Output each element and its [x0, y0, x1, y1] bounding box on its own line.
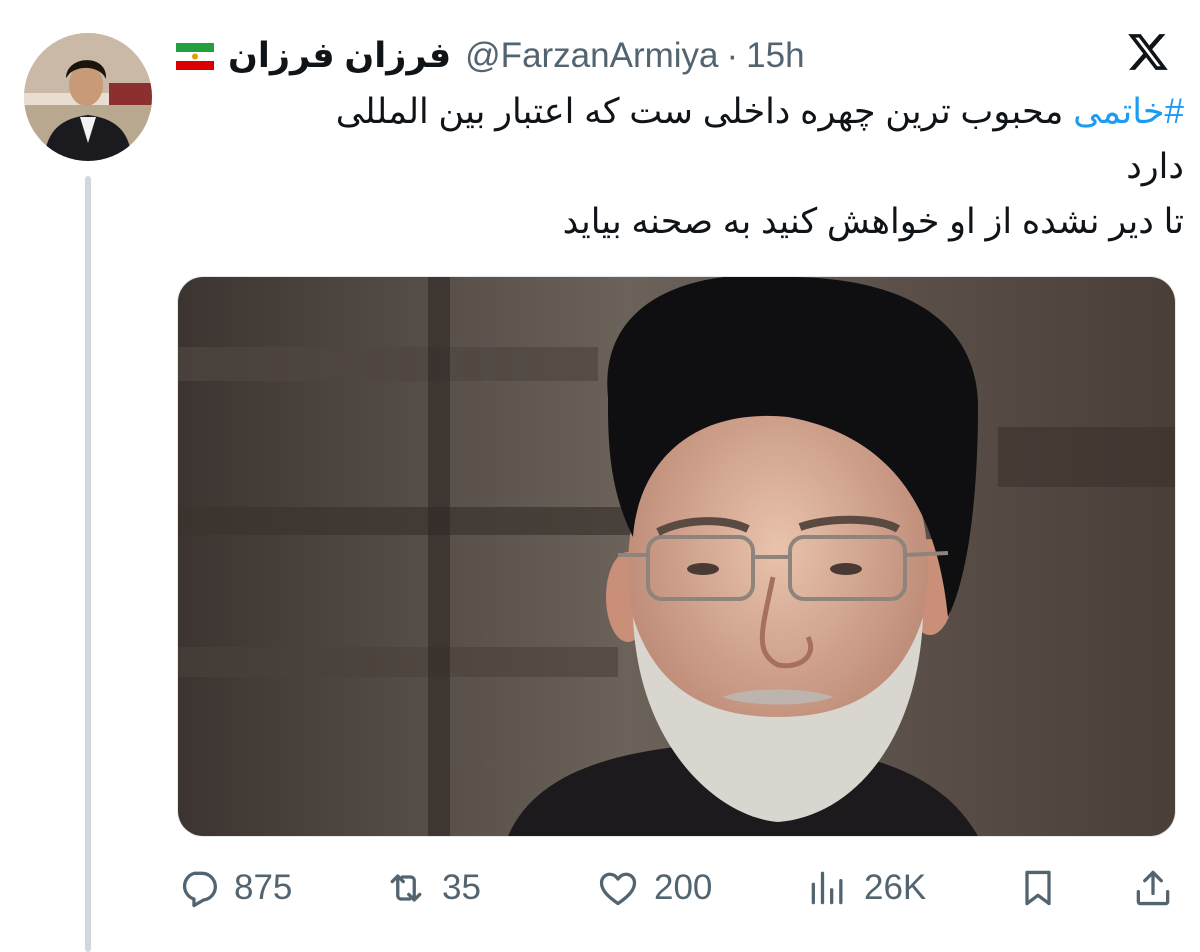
tweet-text-line-1-rest: محبوب ترین چهره داخلی ست که اعتبار بین ا…	[335, 92, 1074, 131]
repost-icon	[390, 874, 422, 902]
bookmark-button[interactable]	[1016, 858, 1060, 918]
tweet-text: #خاتمی محبوب ترین چهره داخلی ست که اعتبا…	[174, 84, 1184, 249]
reply-button[interactable]: 875	[176, 858, 292, 918]
repost-button[interactable]: 35	[384, 858, 481, 918]
x-logo-icon[interactable]	[1126, 30, 1170, 74]
views-count: 26K	[864, 868, 927, 907]
tweet-media-photo[interactable]	[177, 276, 1176, 837]
reply-count: 875	[234, 868, 293, 907]
author-handle[interactable]: @FarzanArmiya	[465, 36, 718, 76]
like-count: 200	[654, 868, 713, 907]
repost-count: 35	[442, 868, 481, 907]
bookmark-icon	[1025, 870, 1051, 906]
tweet-text-line-2: دارد	[1126, 147, 1184, 186]
iran-lion-and-sun-flag-icon	[176, 42, 214, 70]
views-button[interactable]: 26K	[806, 858, 926, 918]
photo-of-cleric	[178, 277, 1175, 836]
avatar[interactable]	[24, 33, 152, 161]
tweet-actions: 875 35 200 26K	[176, 858, 1176, 918]
tweet-text-line-3: تا دیر نشده از او خواهش کنید به صحنه بیا…	[562, 202, 1184, 241]
tweet-header: فرزان فرزان @FarzanArmiya · 15h	[176, 30, 805, 82]
share-button[interactable]	[1131, 858, 1175, 918]
timestamp[interactable]: 15h	[746, 36, 804, 76]
thread-line	[85, 176, 91, 952]
views-icon	[811, 871, 843, 905]
reply-icon	[182, 871, 217, 908]
author-display-name[interactable]: فرزان فرزان	[228, 36, 451, 76]
like-icon	[599, 872, 637, 906]
tweet-text-line-1: #خاتمی محبوب ترین چهره داخلی ست که اعتبا…	[174, 84, 1184, 139]
like-button[interactable]: 200	[596, 858, 712, 918]
share-icon	[1136, 870, 1170, 906]
separator-dot: ·	[726, 36, 739, 75]
hashtag-link[interactable]: #خاتمی	[1073, 92, 1184, 131]
